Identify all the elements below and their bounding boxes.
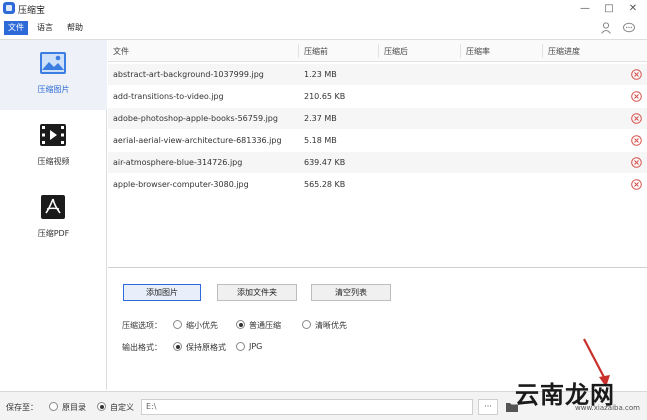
menu-bar: 文件 语言 帮助 (0, 18, 647, 38)
sidebar-item-label: 压缩PDF (37, 229, 70, 238)
minimize-button[interactable]: — (574, 1, 596, 16)
radio-label: 保持原格式 (186, 343, 226, 352)
radio-label: 原目录 (62, 403, 86, 412)
radio-label: 自定义 (110, 403, 134, 412)
output-format-label: 输出格式： (122, 343, 162, 352)
radio-label: 普通压缩 (249, 321, 281, 330)
remove-row-icon[interactable] (631, 91, 642, 102)
browse-button[interactable]: ··· (478, 399, 498, 415)
table-header: 文件 压缩前 压缩后 压缩率 压缩进度 (108, 40, 647, 62)
file-size-before: 210.65 KB (304, 92, 346, 101)
remove-row-icon[interactable] (631, 69, 642, 80)
controls-panel: 添加图片 添加文件夹 清空列表 压缩选项： 缩小优先 普通压缩 清晰优先 输出格… (108, 269, 647, 390)
file-name: air-atmosphere-blue-314726.jpg (113, 158, 243, 167)
file-name: aerial-aerial-view-architecture-681336.j… (113, 136, 282, 145)
title-bar: 压缩宝 — □ ✕ (0, 0, 647, 18)
app-logo-icon (3, 2, 15, 14)
window-title: 压缩宝 (18, 6, 46, 16)
menu-help[interactable]: 帮助 (63, 21, 87, 35)
column-divider (378, 44, 379, 58)
sidebar-item-compress-image[interactable]: 压缩图片 (0, 40, 107, 110)
sidebar-item-label: 压缩视频 (37, 157, 70, 166)
file-size-before: 2.37 MB (304, 114, 337, 123)
radio-jpg[interactable] (236, 342, 245, 351)
column-header-ratio: 压缩率 (466, 47, 490, 56)
watermark-subtext: www.xiazaiba.com (575, 404, 640, 412)
save-path-input[interactable]: E:\ (141, 399, 473, 415)
chat-icon[interactable] (622, 21, 636, 35)
column-divider (542, 44, 543, 58)
file-size-before: 565.28 KB (304, 180, 346, 189)
file-size-before: 639.47 KB (304, 158, 346, 167)
column-header-after: 压缩后 (384, 47, 408, 56)
user-icon[interactable] (599, 21, 613, 35)
radio-original-dir[interactable] (49, 402, 58, 411)
add-image-button[interactable]: 添加图片 (123, 284, 201, 301)
radio-keep-format[interactable] (173, 342, 182, 351)
close-window-button[interactable]: ✕ (622, 1, 644, 16)
file-name: apple-browser-computer-3080.jpg (113, 180, 249, 189)
column-divider (460, 44, 461, 58)
radio-label: JPG (249, 342, 263, 351)
radio-shrink-first[interactable] (173, 320, 182, 329)
sidebar-item-compress-video[interactable]: 压缩视频 (0, 112, 107, 182)
image-icon (40, 52, 66, 74)
table-row[interactable]: abstract-art-background-1037999.jpg 1.23… (108, 64, 647, 85)
remove-row-icon[interactable] (631, 113, 642, 124)
pdf-icon (41, 195, 65, 219)
maximize-button[interactable]: □ (598, 1, 620, 16)
table-row[interactable]: add-transitions-to-video.jpg 210.65 KB (108, 86, 647, 107)
compress-option-label: 压缩选项： (122, 321, 162, 330)
column-header-file: 文件 (113, 47, 129, 56)
file-size-before: 5.18 MB (304, 136, 337, 145)
menu-file[interactable]: 文件 (4, 21, 28, 35)
sidebar-item-label: 压缩图片 (37, 85, 70, 94)
save-to-label: 保存至： (6, 403, 38, 412)
table-row[interactable]: aerial-aerial-view-architecture-681336.j… (108, 130, 647, 151)
file-table: 文件 压缩前 压缩后 压缩率 压缩进度 abstract-art-backgro… (108, 40, 647, 268)
file-name: add-transitions-to-video.jpg (113, 92, 224, 101)
column-header-progress: 压缩进度 (548, 47, 580, 56)
table-row[interactable]: adobe-photoshop-apple-books-56759.jpg 2.… (108, 108, 647, 129)
remove-row-icon[interactable] (631, 135, 642, 146)
radio-clarity-first[interactable] (302, 320, 311, 329)
sidebar-item-compress-pdf[interactable]: 压缩PDF (0, 184, 107, 254)
file-name: abstract-art-background-1037999.jpg (113, 70, 264, 79)
radio-label: 缩小优先 (186, 321, 218, 330)
table-row[interactable]: air-atmosphere-blue-314726.jpg 639.47 KB (108, 152, 647, 173)
column-header-before: 压缩前 (304, 47, 328, 56)
menu-language[interactable]: 语言 (33, 21, 57, 35)
radio-label: 清晰优先 (315, 321, 347, 330)
add-folder-button[interactable]: 添加文件夹 (217, 284, 297, 301)
file-name: adobe-photoshop-apple-books-56759.jpg (113, 114, 278, 123)
column-divider (298, 44, 299, 58)
radio-custom-dir[interactable] (97, 402, 106, 411)
video-icon (40, 124, 66, 146)
file-size-before: 1.23 MB (304, 70, 337, 79)
remove-row-icon[interactable] (631, 179, 642, 190)
sidebar: 压缩图片 压缩视频 压缩PDF (0, 40, 107, 390)
clear-list-button[interactable]: 清空列表 (311, 284, 391, 301)
table-row[interactable]: apple-browser-computer-3080.jpg 565.28 K… (108, 174, 647, 195)
radio-normal-compress[interactable] (236, 320, 245, 329)
remove-row-icon[interactable] (631, 157, 642, 168)
